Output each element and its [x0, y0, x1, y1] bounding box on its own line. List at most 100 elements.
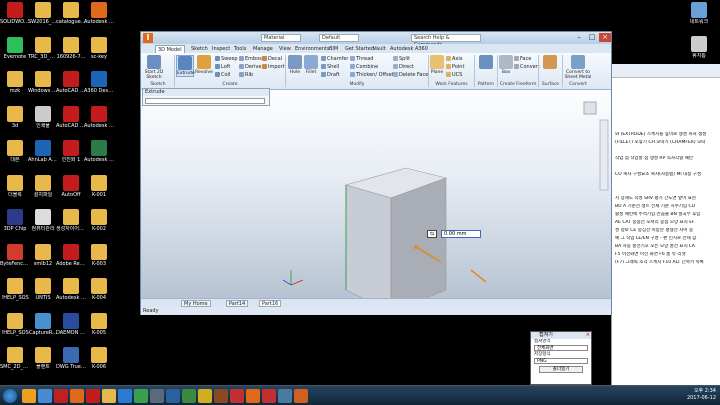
taskbar-app-icon[interactable] — [294, 389, 308, 403]
desktop-shortcut[interactable]: Autodesk Vault Bas... — [84, 140, 114, 163]
desktop-shortcut[interactable]: Evernote — [0, 36, 30, 60]
inventor-logo-icon[interactable]: I — [143, 33, 153, 43]
ribbon-command-button[interactable]: Thicken/ Offset — [350, 72, 394, 78]
desktop-shortcut[interactable]: UNTIS — [28, 278, 58, 301]
close-button[interactable]: × — [599, 33, 611, 42]
desktop-shortcut[interactable]: AutoOff — [56, 174, 86, 198]
desktop-shortcut[interactable]: 인진화 1 — [56, 140, 86, 163]
desktop-shortcut[interactable]: 인쇄물 — [28, 105, 58, 129]
desktop-shortcut[interactable]: Autodesk Invento... — [84, 2, 114, 25]
clock-date[interactable]: 2017-06-12 — [687, 395, 716, 402]
ribbon-command-button[interactable]: Draft — [321, 72, 340, 78]
desktop-shortcut[interactable]: SOLIDWO... 2016 x64 ... — [0, 2, 30, 25]
desktop-shortcut[interactable]: K-004 — [84, 278, 114, 301]
ribbon-command-button[interactable]: Axis — [446, 56, 462, 62]
clock-time[interactable]: 오후 2:34 — [687, 388, 716, 395]
extrude-options-dropdown[interactable] — [145, 98, 265, 104]
desktop-shortcut[interactable]: K-006 — [84, 347, 114, 370]
viewcube-icon[interactable] — [583, 101, 597, 115]
ribbon-command-button[interactable]: Coil — [215, 72, 230, 78]
taskbar-app-icon[interactable] — [230, 389, 244, 403]
desktop-shortcut[interactable]: A360 Desktop — [84, 71, 114, 94]
ribbon-command-button[interactable]: Face — [514, 56, 531, 62]
ribbon-command-button[interactable]: Split — [393, 56, 410, 62]
ribbon-command-button[interactable]: Sweep — [215, 56, 238, 62]
ribbon-tab[interactable]: Vault — [371, 45, 388, 53]
ribbon-command-button[interactable]: Direct — [393, 64, 414, 70]
ribbon-tab[interactable]: Tools — [232, 45, 248, 53]
desktop-shortcut[interactable]: ByteFence Anti-Malware — [0, 243, 30, 267]
ribbon-command-button[interactable]: Import — [262, 64, 285, 70]
document-tab[interactable]: My Home — [181, 300, 211, 307]
ribbon-command-button[interactable]: Delete Face — [393, 72, 428, 78]
desktop-shortcut[interactable]: smlb12 — [28, 243, 58, 267]
desktop-shortcut[interactable]: K-005 — [84, 312, 114, 336]
desktop-shortcut[interactable]: 생성자이어트 품목리... — [56, 209, 86, 232]
maximize-button[interactable]: □ — [586, 33, 598, 42]
desktop-shortcut[interactable]: Autodesk ReCap 2016 — [84, 105, 114, 129]
taskbar-app-icon[interactable] — [214, 389, 228, 403]
hole-button[interactable]: Hole — [287, 55, 303, 75]
viewport-canvas[interactable] — [141, 90, 611, 313]
desktop-shortcut[interactable]: AhnLab Anti-Ranso... — [28, 140, 58, 163]
minimize-button[interactable]: – — [573, 33, 585, 42]
help-search-input[interactable]: Search Help & Commands... — [411, 34, 481, 48]
desktop-shortcut[interactable]: 대본 — [0, 140, 30, 163]
ribbon-command-button[interactable]: Decal — [262, 56, 282, 62]
extrude-arrow-handle-2[interactable] — [470, 269, 487, 283]
taskbar-app-icon[interactable] — [22, 389, 36, 403]
revolve-button[interactable]: Revolve — [195, 55, 213, 75]
taskbar-app-icon[interactable] — [278, 389, 292, 403]
convert-sheet-metal-button[interactable]: Convert to Sheet Metal — [564, 55, 592, 80]
taskbar-app-icon[interactable] — [182, 389, 196, 403]
capture-dialog[interactable]: 캡쳐기 × 캡쳐영역 전체화면 저장형식 PNG 폴더열기 — [530, 331, 592, 385]
inventor-window[interactable]: I Material Default Search Help & Command… — [140, 31, 612, 315]
plane-button[interactable]: Plane — [430, 55, 444, 75]
desktop-shortcut[interactable]: DWG TrueVie... — [56, 347, 86, 370]
taskbar-app-icon[interactable] — [166, 389, 180, 403]
desktop-shortcut[interactable]: K-003 — [84, 243, 114, 267]
ribbon-command-button[interactable]: UCS — [446, 72, 462, 78]
desktop-shortcut[interactable]: 컴퓨터관리 — [28, 209, 58, 232]
start-sketch-button[interactable]: Start 2D Sketch — [144, 55, 164, 80]
desktop-shortcut[interactable]: AutoCAD 2017 - 한... — [56, 105, 86, 129]
capture-format-select[interactable]: PNG — [534, 358, 588, 364]
background-document-window[interactable]: 와 (EXTRUDE) 스케치를 높이로 생성 피처 생성 (FILLET) 모깎… — [611, 64, 720, 385]
desktop-shortcut[interactable]: mzk — [0, 71, 30, 94]
desktop-shortcut[interactable]: catalogue_... — [56, 2, 86, 25]
ribbon-tab[interactable]: View — [277, 45, 293, 53]
block-side-face[interactable] — [390, 177, 447, 313]
document-tab[interactable]: Part14 — [226, 300, 249, 307]
ribbon-tab[interactable]: Sketch — [189, 45, 210, 53]
taskbar-app-icon[interactable] — [102, 389, 116, 403]
desktop-shortcut[interactable]: 160926-7... — [56, 36, 86, 60]
taskbar-app-icon[interactable] — [70, 389, 84, 403]
ribbon-command-button[interactable]: Emboss — [239, 56, 264, 62]
desktop-shortcut[interactable]: K-001 — [84, 174, 114, 198]
surface-button[interactable] — [540, 55, 560, 70]
desktop-shortcut[interactable]: Windows 7 160712 활성 — [28, 71, 58, 94]
taskbar-app-icon[interactable] — [86, 389, 100, 403]
desktop-shortcut[interactable]: TRC_3D_m... — [28, 36, 58, 60]
ribbon-command-button[interactable]: Point — [446, 64, 464, 70]
distance-input[interactable]: 0.00 mm — [441, 230, 481, 238]
navigation-bar[interactable] — [599, 119, 609, 191]
desktop-shortcut[interactable]: 플랜트 — [28, 347, 58, 370]
ribbon-command-button[interactable]: Loft — [215, 64, 230, 70]
desktop-shortcut[interactable]: 휴지통 — [684, 36, 714, 59]
desktop-shortcut[interactable]: !HELP_SOS — [0, 312, 30, 336]
ribbon-tab[interactable]: Environments — [293, 45, 332, 53]
desktop-shortcut[interactable]: 3d — [0, 105, 30, 129]
desktop-shortcut[interactable]: 3DP Chip — [0, 209, 30, 232]
ribbon-tab[interactable]: Inspect — [210, 45, 232, 53]
ribbon-command-button[interactable]: Rib — [239, 72, 253, 78]
desktop-shortcut[interactable]: Autodesk I... — [56, 278, 86, 301]
taskbar-app-icon[interactable] — [150, 389, 164, 403]
document-tab[interactable]: Part16 — [259, 300, 282, 307]
open-folder-button[interactable]: 폴더열기 — [539, 366, 583, 373]
ribbon-command-button[interactable]: Derive — [239, 64, 261, 70]
capture-area-select[interactable]: 전체화면 — [534, 345, 588, 351]
ribbon-command-button[interactable]: Convert — [514, 64, 540, 70]
taskbar-app-icon[interactable] — [38, 389, 52, 403]
desktop-shortcut[interactable]: 네트워크 — [684, 2, 714, 25]
